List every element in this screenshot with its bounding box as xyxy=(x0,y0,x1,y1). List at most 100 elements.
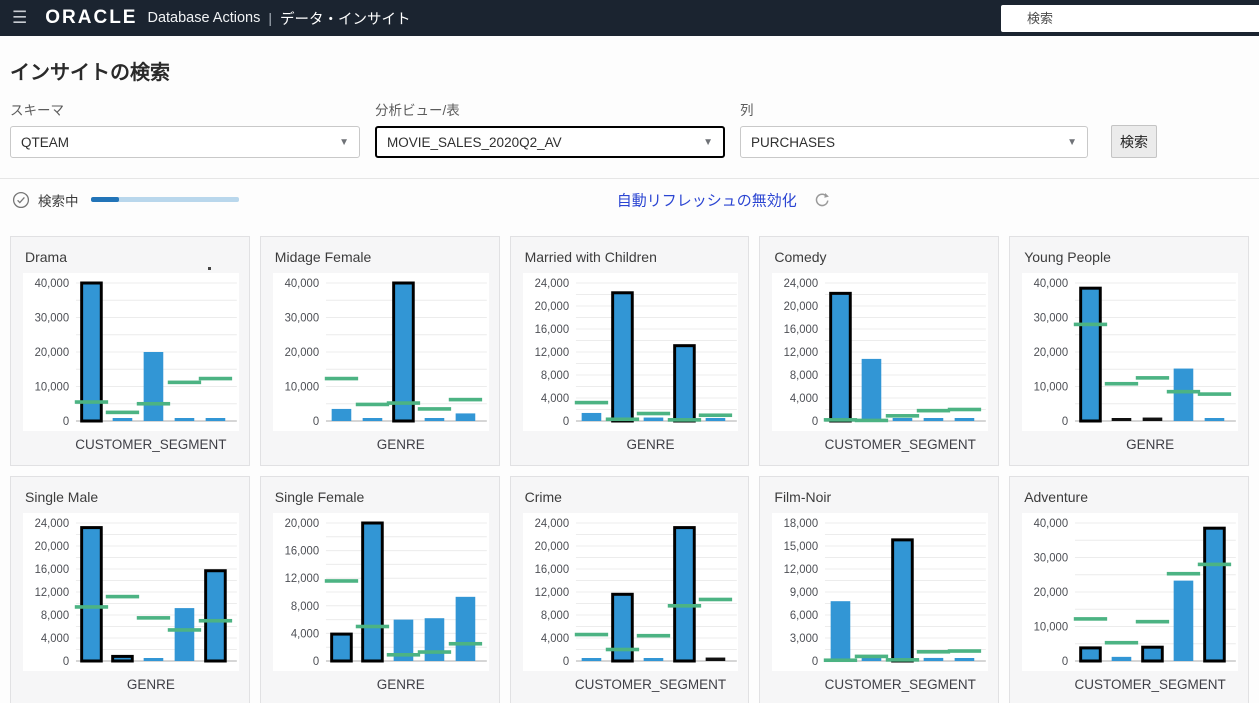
main-content: インサイトの検索 スキーマ QTEAM ▼ 分析ビュー/表 MOVIE_SALE… xyxy=(0,56,1259,703)
chart-area: 0 4,000 8,000 12,000 16,000 20,000 24,000 xyxy=(772,273,989,431)
column-select[interactable]: PURCHASES ▼ xyxy=(740,126,1088,158)
schema-select[interactable]: QTEAM ▼ xyxy=(10,126,360,158)
oracle-logo: ORACLE xyxy=(45,7,138,28)
svg-text:20,000: 20,000 xyxy=(1034,347,1068,359)
chart-area: 0 4,000 8,000 12,000 16,000 20,000 xyxy=(272,513,489,671)
app-name: Database Actions xyxy=(147,10,261,26)
filter-bar: スキーマ QTEAM ▼ 分析ビュー/表 MOVIE_SALES_2020Q2_… xyxy=(0,99,1259,158)
svg-text:24,000: 24,000 xyxy=(35,518,69,530)
svg-text:20,000: 20,000 xyxy=(284,347,318,359)
global-search-input[interactable] xyxy=(1001,5,1259,32)
check-circle-icon xyxy=(12,191,30,208)
search-button[interactable]: 検索 xyxy=(1111,125,1157,158)
insight-card[interactable]: Young People 0 10,000 20,000 30,000 40,000 GEN… xyxy=(1009,236,1249,466)
card-title: Film-Noir xyxy=(774,489,832,505)
svg-text:0: 0 xyxy=(313,416,319,428)
artifact-dot xyxy=(207,267,211,270)
svg-text:20,000: 20,000 xyxy=(534,541,568,553)
searching-status-text: 検索中 xyxy=(38,193,79,209)
card-title: Single Male xyxy=(25,489,99,505)
analytic-view-label: 分析ビュー/表 xyxy=(375,103,460,118)
card-title: Crime xyxy=(524,489,562,505)
insight-card[interactable]: Film-Noir 0 3,000 6,000 9,000 12,000 15,000 18,… xyxy=(759,476,1000,703)
bar-chart: 0 4,000 8,000 12,000 16,000 20,000 24,000 xyxy=(534,518,737,668)
chart-area: 0 10,000 20,000 30,000 40,000 xyxy=(1022,513,1238,671)
column-label: 列 xyxy=(740,103,754,118)
svg-text:0: 0 xyxy=(63,656,69,668)
card-title: Young People xyxy=(1024,249,1111,265)
card-title: Drama xyxy=(25,249,68,265)
chart-x-axis-label: GENRE xyxy=(626,437,675,452)
svg-text:40,000: 40,000 xyxy=(1034,518,1068,530)
card-title: Single Female xyxy=(274,489,365,505)
bar-chart: 0 4,000 8,000 12,000 16,000 20,000 24,000 xyxy=(35,518,237,668)
bar-chart: 0 10,000 20,000 30,000 40,000 xyxy=(1034,518,1237,668)
bar-chart: 0 10,000 20,000 30,000 40,000 xyxy=(1034,278,1237,428)
chart-area: 0 10,000 20,000 30,000 40,000 xyxy=(23,273,239,431)
chart-x-axis-label: CUSTOMER_SEGMENT xyxy=(1074,677,1226,692)
top-bar: ☰ ORACLE Database Actions | データ・インサイト xyxy=(0,0,1259,36)
svg-text:8,000: 8,000 xyxy=(790,370,818,382)
svg-text:40,000: 40,000 xyxy=(1034,278,1068,290)
search-progress-fill xyxy=(90,197,119,202)
svg-text:20,000: 20,000 xyxy=(784,301,818,313)
chevron-down-icon: ▼ xyxy=(703,136,713,148)
svg-text:0: 0 xyxy=(63,416,69,428)
page-title: データ・インサイト xyxy=(279,11,411,28)
disable-auto-refresh-link[interactable]: 自動リフレッシュの無効化 xyxy=(617,189,797,210)
chart-x-axis-label: GENRE xyxy=(376,437,425,452)
svg-text:10,000: 10,000 xyxy=(284,381,318,393)
analytic-view-selected-value: MOVIE_SALES_2020Q2_AV xyxy=(387,134,562,150)
bar-chart: 0 3,000 6,000 9,000 12,000 15,000 18,000 xyxy=(784,518,987,668)
insight-card[interactable]: Midage Female 0 10,000 20,000 30,000 40,000 GE… xyxy=(259,236,500,466)
chart-area: 0 3,000 6,000 9,000 12,000 15,000 18,000 xyxy=(772,513,989,671)
bar-chart: 0 4,000 8,000 12,000 16,000 20,000 xyxy=(284,518,487,668)
svg-text:16,000: 16,000 xyxy=(35,564,69,576)
svg-text:20,000: 20,000 xyxy=(534,301,568,313)
svg-text:16,000: 16,000 xyxy=(534,564,568,576)
insight-card[interactable]: Single Female 0 4,000 8,000 12,000 16,000 20,0… xyxy=(259,476,500,703)
insight-card[interactable]: Drama 0 10,000 20,000 30,000 40,000 CUSTOMER_S… xyxy=(10,236,250,466)
svg-text:24,000: 24,000 xyxy=(534,518,568,530)
svg-text:9,000: 9,000 xyxy=(790,587,818,599)
svg-text:4,000: 4,000 xyxy=(41,633,69,645)
svg-text:18,000: 18,000 xyxy=(784,518,818,530)
svg-text:30,000: 30,000 xyxy=(1034,552,1068,564)
bar-chart: 0 10,000 20,000 30,000 40,000 xyxy=(35,278,237,428)
insight-card[interactable]: Married with Children 0 4,000 8,000 12,000 16… xyxy=(509,236,750,466)
chart-x-axis-label: CUSTOMER_SEGMENT xyxy=(574,677,727,692)
svg-text:10,000: 10,000 xyxy=(1034,621,1068,633)
svg-text:24,000: 24,000 xyxy=(784,278,818,290)
svg-text:4,000: 4,000 xyxy=(541,393,569,405)
insight-card[interactable]: Comedy 0 4,000 8,000 12,000 16,000 20,000 24,00… xyxy=(759,236,1000,466)
svg-text:4,000: 4,000 xyxy=(291,628,319,640)
schema-label: スキーマ xyxy=(10,103,64,118)
svg-text:10,000: 10,000 xyxy=(35,381,69,393)
analytic-view-select[interactable]: MOVIE_SALES_2020Q2_AV ▼ xyxy=(375,126,725,158)
svg-text:15,000: 15,000 xyxy=(784,541,818,553)
insight-card[interactable]: Adventure 0 10,000 20,000 30,000 40,000 CUSTOM… xyxy=(1009,476,1249,703)
insight-card[interactable]: Crime 0 4,000 8,000 12,000 16,000 20,000 24,000… xyxy=(509,476,750,703)
svg-text:40,000: 40,000 xyxy=(284,278,318,290)
chart-x-axis-label: CUSTOMER_SEGMENT xyxy=(75,437,227,452)
svg-text:16,000: 16,000 xyxy=(784,324,818,336)
svg-text:30,000: 30,000 xyxy=(284,312,318,324)
svg-text:20,000: 20,000 xyxy=(284,518,318,530)
title-separator: | xyxy=(268,10,272,26)
chart-area: 0 10,000 20,000 30,000 40,000 xyxy=(272,273,489,431)
refresh-icon[interactable] xyxy=(813,191,830,208)
hamburger-menu-icon[interactable]: ☰ xyxy=(12,8,27,28)
insight-card[interactable]: Single Male 0 4,000 8,000 12,000 16,000 20,000… xyxy=(10,476,250,703)
card-title: Comedy xyxy=(774,249,827,265)
svg-text:30,000: 30,000 xyxy=(1034,312,1068,324)
search-progress-bar xyxy=(90,197,239,202)
bar-chart: 0 10,000 20,000 30,000 40,000 xyxy=(284,278,487,428)
svg-text:8,000: 8,000 xyxy=(41,610,69,622)
svg-text:20,000: 20,000 xyxy=(1034,587,1068,599)
svg-text:0: 0 xyxy=(1062,656,1068,668)
svg-text:12,000: 12,000 xyxy=(784,347,818,359)
chart-area: 0 4,000 8,000 12,000 16,000 20,000 24,000 xyxy=(522,273,739,431)
chart-area: 0 10,000 20,000 30,000 40,000 xyxy=(1022,273,1238,431)
svg-text:40,000: 40,000 xyxy=(35,278,69,290)
svg-text:8,000: 8,000 xyxy=(291,601,319,613)
